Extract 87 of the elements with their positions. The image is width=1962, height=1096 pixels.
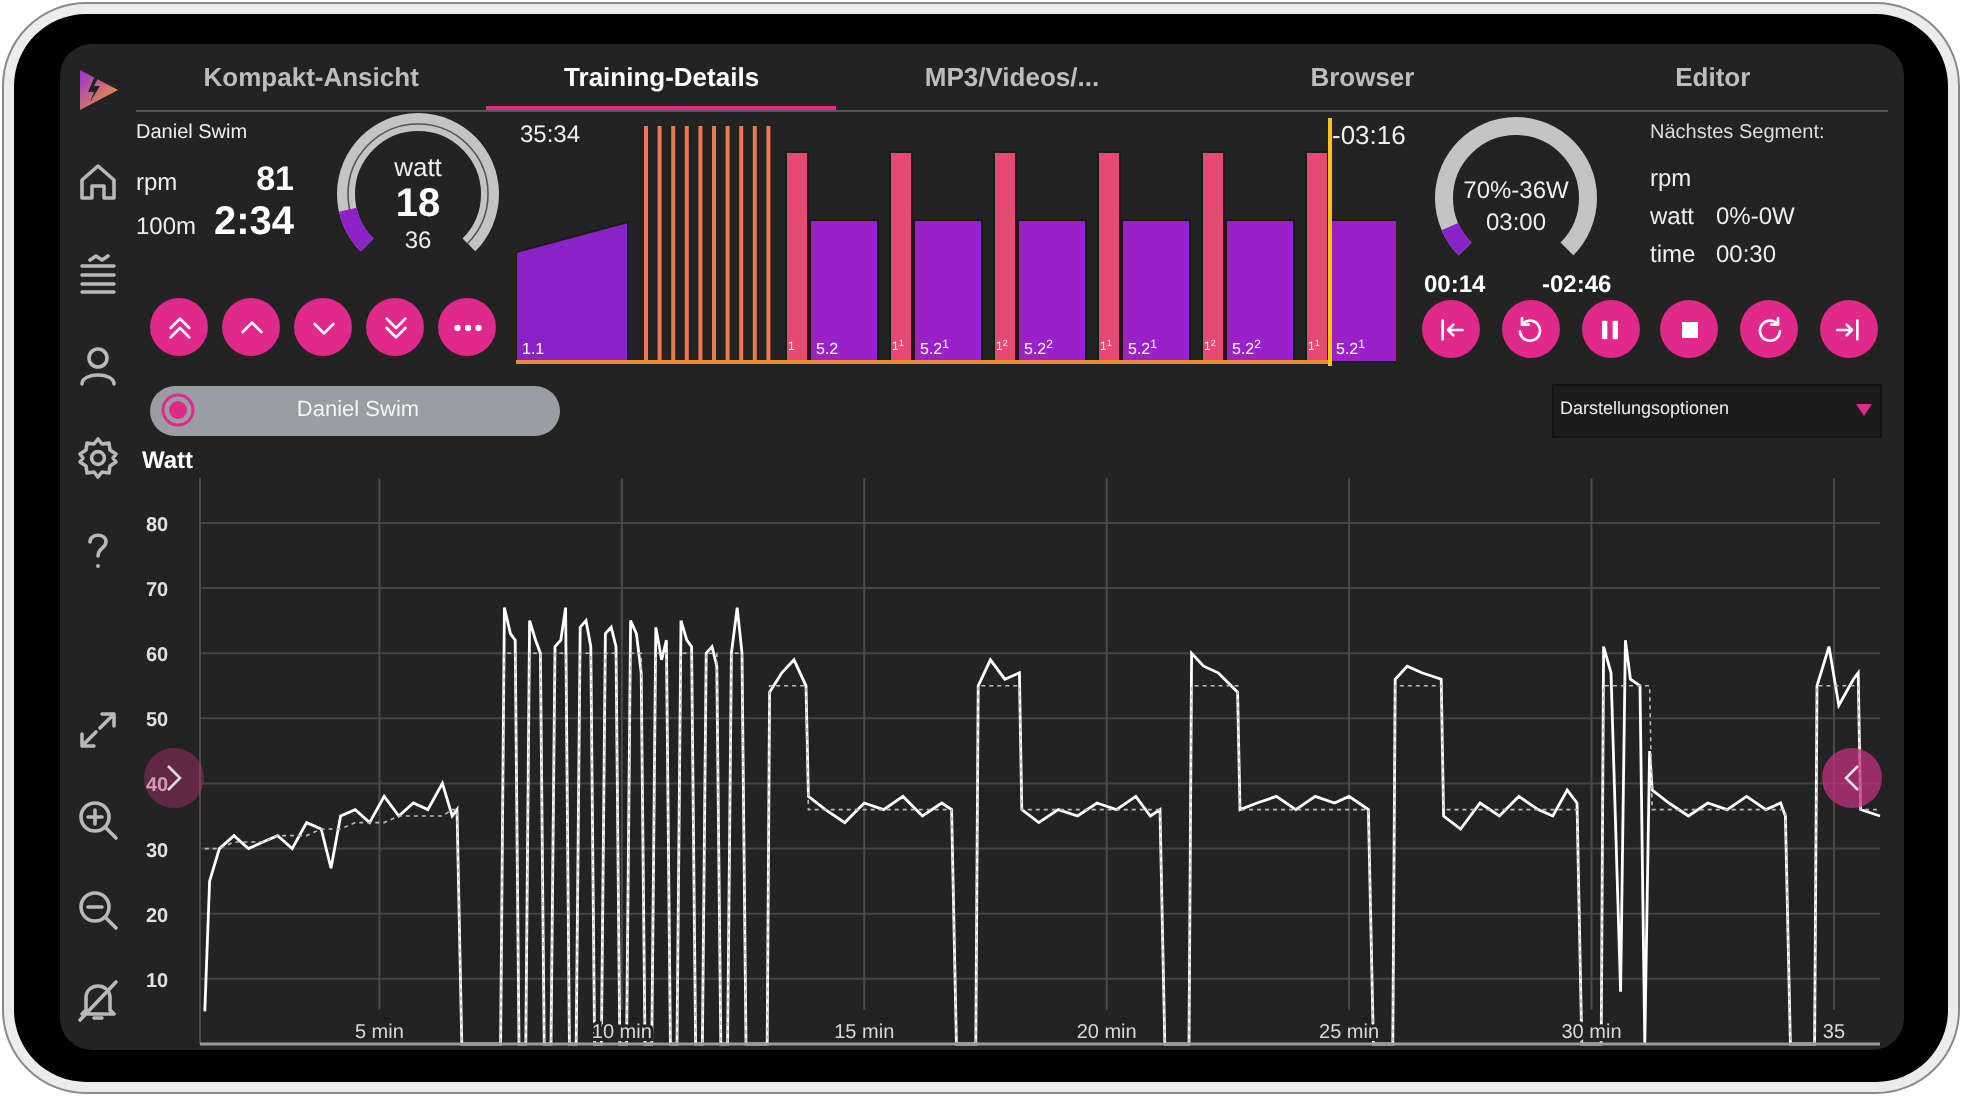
segment-label: 5.2$^{2}$ <box>1232 340 1261 358</box>
dropdown-label: Darstellungsoptionen <box>1560 396 1732 423</box>
dropdown-caret-icon <box>1856 404 1872 416</box>
segment-remaining: -02:46 <box>1542 268 1612 302</box>
previous-button[interactable] <box>1422 300 1480 358</box>
user-name: Daniel Swim <box>294 395 422 426</box>
next-segment-label: time <box>1650 237 1698 271</box>
segment-elapsed: 00:14 <box>1424 268 1486 302</box>
segment-label: 5.2 <box>816 340 839 358</box>
next-segment-label: watt <box>1650 199 1697 233</box>
elapsed-time: 35:34 <box>520 118 581 152</box>
metric-value: 81 <box>256 158 294 202</box>
scroll-left-button[interactable] <box>144 748 204 808</box>
segment-label: 5.2$^{1}$ <box>1336 340 1365 358</box>
zoom-out-icon[interactable] <box>74 886 122 934</box>
up-button[interactable] <box>222 298 280 356</box>
radio-icon <box>160 392 196 428</box>
recovery-bar <box>809 219 879 363</box>
next-segment-value: 0%-0W <box>1716 199 1795 233</box>
recovery-bar <box>1121 219 1191 363</box>
scroll-right-button[interactable] <box>1822 748 1882 808</box>
chevron-left-icon <box>1840 764 1864 792</box>
logo-icon[interactable] <box>74 66 122 114</box>
settings-icon[interactable] <box>74 434 122 482</box>
target-value: 36 <box>404 226 432 256</box>
more-icon <box>453 323 481 331</box>
metric-label: rpm <box>136 166 178 200</box>
segment-label: 5.2$^{1}$ <box>920 340 949 358</box>
pause-button[interactable] <box>1581 300 1640 358</box>
tick-label: 40 <box>146 775 169 798</box>
tick-label: 60 <box>146 645 169 668</box>
bar-arrow-right-icon <box>1832 313 1865 345</box>
double-chevron-up-icon <box>163 311 195 343</box>
next-segment-label: rpm <box>1650 161 1694 195</box>
rider-name: Daniel Swim <box>136 122 250 146</box>
fast-up-button[interactable] <box>150 298 208 356</box>
power-value: 18 <box>395 182 441 226</box>
tick-label: 70 <box>146 580 169 603</box>
next-segment-value: 00:30 <box>1716 237 1777 271</box>
tab[interactable]: Browser <box>1187 44 1538 110</box>
tab[interactable]: Kompakt-Ansicht <box>136 44 487 110</box>
down-button[interactable] <box>294 298 352 356</box>
circular-arrow-icon <box>1753 313 1786 345</box>
next-segment-title: Nächstes Segment: <box>1650 122 1827 146</box>
zoom-in-icon[interactable] <box>74 796 122 844</box>
tick-label: 80 <box>146 514 169 537</box>
fast-down-button[interactable] <box>366 298 424 356</box>
recovery-bar <box>1017 219 1087 363</box>
restart-button[interactable] <box>1501 300 1560 358</box>
double-chevron-down-icon <box>379 311 411 343</box>
segment-label: 5.2$^{2}$ <box>1024 340 1053 358</box>
tab[interactable]: MP3/Videos/... <box>836 44 1188 110</box>
bar-arrow-left-icon <box>1435 313 1467 345</box>
metric-value: 2:34 <box>213 198 294 248</box>
circular-arrow-icon <box>1514 313 1547 345</box>
tick-label: 15 min <box>834 1022 895 1044</box>
redo-button[interactable] <box>1740 300 1799 358</box>
expand-icon[interactable] <box>74 706 122 754</box>
list-icon[interactable] <box>74 250 122 298</box>
tick-label: 20 min <box>1076 1022 1137 1044</box>
axis-title: Watt <box>140 444 196 478</box>
gauge-label: watt <box>394 152 442 182</box>
tab[interactable]: Editor <box>1537 44 1889 110</box>
tick-label: 30 <box>146 840 169 863</box>
recovery-bar <box>1329 219 1396 363</box>
tick-label: 10 <box>146 970 169 993</box>
more-button[interactable] <box>438 298 496 356</box>
recovery-bar <box>913 219 983 363</box>
display-options-dropdown[interactable]: Darstellungsoptionen <box>1552 383 1882 437</box>
tick-label: 35 <box>1822 1022 1846 1044</box>
tab[interactable]: Training-Details <box>486 44 837 110</box>
tick-label: 20 <box>146 905 169 928</box>
home-icon[interactable] <box>74 158 122 206</box>
segment-label: 1.1 <box>522 340 545 358</box>
ramp-segment <box>516 220 629 363</box>
segment-duration: 03:00 <box>1485 206 1547 238</box>
remaining-time: -03:16 <box>1332 118 1406 154</box>
stop-button[interactable] <box>1660 300 1719 358</box>
segment-target: 70%-36W <box>1463 174 1569 206</box>
next-button[interactable] <box>1819 300 1878 358</box>
tick-label: 5 min <box>354 1022 404 1044</box>
segment-label: 5.2$^{1}$ <box>1128 340 1157 358</box>
bell-off-icon[interactable] <box>74 976 122 1024</box>
tick-label: 50 <box>146 710 169 733</box>
user-icon[interactable] <box>74 342 122 390</box>
metric-label: 100m <box>136 210 197 244</box>
recovery-bar <box>1225 219 1295 363</box>
